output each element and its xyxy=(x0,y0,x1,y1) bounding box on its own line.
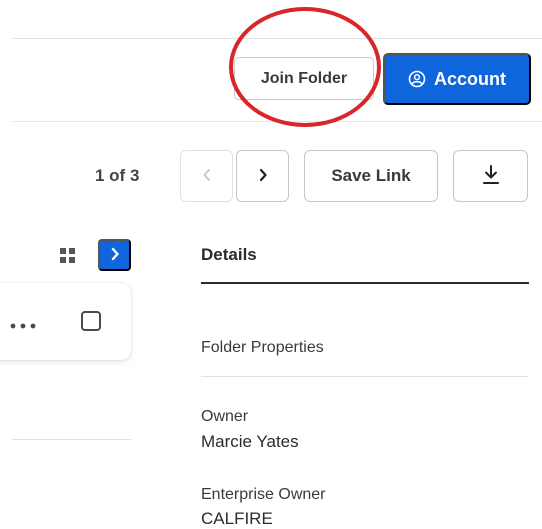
folder-properties-heading: Folder Properties xyxy=(201,339,324,356)
user-circle-icon xyxy=(408,70,426,88)
chevron-right-icon xyxy=(109,247,121,264)
owner-label: Owner xyxy=(201,408,249,425)
top-divider xyxy=(12,38,542,39)
download-icon xyxy=(481,164,501,189)
details-panel-title: Details xyxy=(201,245,257,264)
previous-button[interactable] xyxy=(180,150,233,202)
chevron-left-icon xyxy=(201,168,213,185)
owner-value: Marcie Yates xyxy=(201,432,299,451)
properties-divider xyxy=(201,376,528,377)
account-button-label: Account xyxy=(434,68,506,89)
next-button[interactable] xyxy=(236,150,289,202)
header-divider xyxy=(12,121,542,122)
download-button[interactable] xyxy=(453,150,528,202)
pager-indicator: 1 of 3 xyxy=(95,166,140,185)
join-folder-button[interactable]: Join Folder xyxy=(234,57,374,100)
save-link-button[interactable]: Save Link xyxy=(304,150,438,202)
enterprise-owner-label: Enterprise Owner xyxy=(201,486,326,503)
select-checkbox[interactable] xyxy=(81,311,101,331)
more-horizontal-icon[interactable] xyxy=(10,317,38,335)
details-title-underline xyxy=(201,282,529,284)
expand-panel-button[interactable] xyxy=(98,239,131,271)
chevron-right-icon xyxy=(257,168,269,185)
account-button[interactable]: Account xyxy=(383,53,531,105)
enterprise-owner-value: CALFIRE xyxy=(201,509,273,528)
grid-view-icon[interactable] xyxy=(60,248,76,269)
list-divider xyxy=(12,439,131,440)
